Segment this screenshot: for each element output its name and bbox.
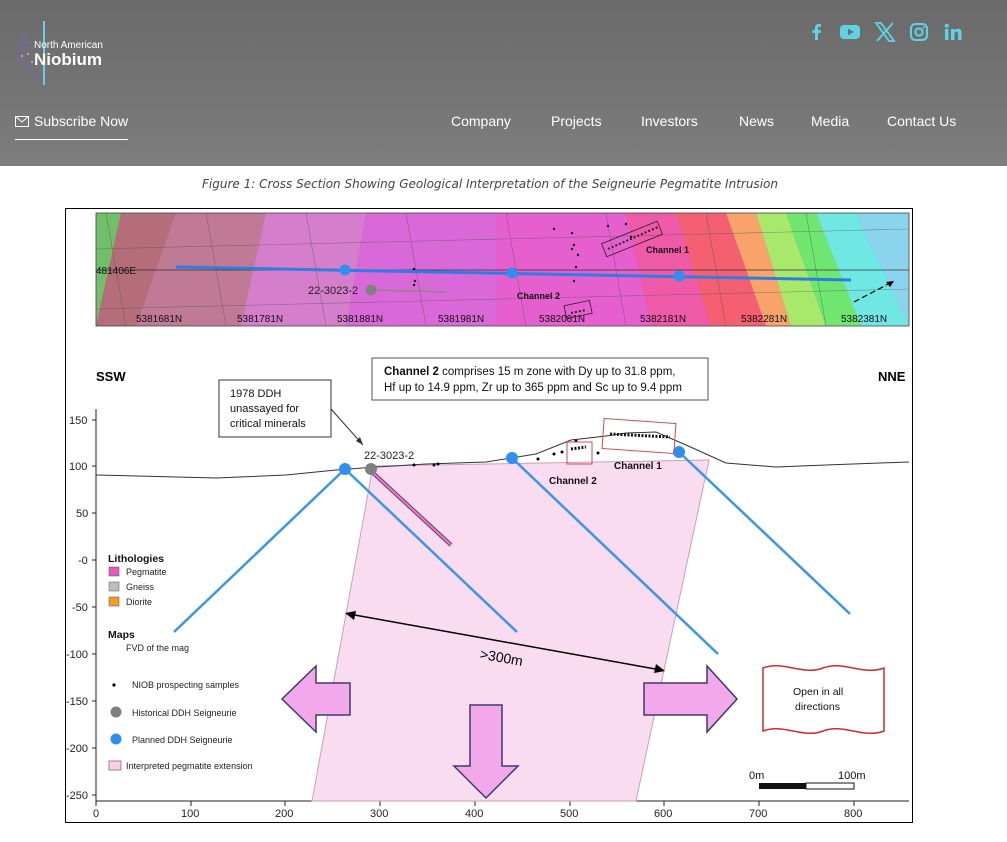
legend: Lithologies Pegmatite Gneiss Diorite Map…: [108, 553, 253, 771]
legend-symbol-label: Planned DDH Seigneurie: [132, 735, 233, 745]
x-tick-label: 0: [93, 808, 99, 820]
northing-label: 5382081N: [539, 314, 585, 325]
legend-lithology-label: Diorite: [126, 597, 152, 607]
northing-label: 5382281N: [741, 314, 787, 325]
nav-company[interactable]: Company: [451, 113, 511, 129]
map-channel1-label: Channel 1: [646, 245, 689, 255]
callout-channel2-bold: Channel 2: [384, 366, 439, 378]
map-channel2-label: Channel 2: [517, 291, 560, 301]
cross-section-figure: 481406E 22-3023-2 Channel 1 Channel 2 53…: [65, 208, 913, 823]
x-tick-label: 200: [275, 808, 293, 820]
logo-big-text: Niobium: [34, 50, 102, 69]
svg-text:Channel 2 comprises 15 m zone: Channel 2 comprises 15 m zone with Dy up…: [384, 366, 675, 378]
x-tick-label: 800: [844, 808, 862, 820]
mail-icon: [15, 115, 29, 127]
legend-symbol-label: Historical DDH Seigneurie: [132, 708, 237, 718]
x-tick-label: 700: [749, 808, 767, 820]
open-directions-line: Open in all: [793, 686, 843, 698]
northing-label: 5381781N: [237, 314, 283, 325]
legend-lithology-label: Gneiss: [126, 582, 155, 592]
gneiss-swatch: [108, 581, 120, 592]
planned-hole-marker: [339, 463, 351, 475]
instagram-icon[interactable]: [907, 20, 931, 44]
planned-ddh-icon: [110, 733, 122, 745]
northing-label: 5381981N: [438, 314, 484, 325]
x-tick-label: 300: [370, 808, 388, 820]
nav-contact-us[interactable]: Contact Us: [887, 113, 956, 129]
y-axis: 150 100 50 -0 -50 -100 -150 -200 -250: [66, 409, 97, 802]
map-hole-label: 22-3023-2: [308, 285, 358, 297]
open-directions-banner: [762, 664, 885, 735]
x-tick-label: 600: [654, 808, 672, 820]
ddh-callout: 1978 DDH unassayed for critical minerals: [218, 379, 364, 446]
x-icon[interactable]: [873, 20, 897, 44]
planned-hole-marker: [673, 446, 685, 458]
planned-hole-marker: [506, 452, 518, 464]
section-channel1-label: Channel 1: [614, 461, 662, 472]
historical-hole-marker: [365, 463, 377, 475]
diorite-swatch: [108, 596, 120, 607]
x-axis: 0 100 200 300 400 500 600 700 800: [93, 800, 909, 820]
callout-channel2-line1: comprises 15 m zone with Dy up to 31.8 p…: [439, 366, 676, 378]
historical-ddh-icon: [110, 706, 122, 718]
y-tick-label: 150: [69, 415, 87, 427]
pegmatite-extension: [311, 459, 710, 802]
maps-title: Maps: [108, 629, 135, 641]
ddh-callout-line: critical minerals: [230, 418, 306, 430]
logo[interactable]: North American Niobium: [16, 18, 136, 88]
legend-symbol-label: Interpreted pegmatite extension: [126, 761, 253, 771]
y-tick-label: -250: [66, 790, 88, 802]
maps-subtitle: FVD of the mag: [126, 643, 189, 653]
section-hole-label: 22-3023-2: [364, 450, 414, 462]
figure-caption: Figure 1: Cross Section Showing Geologic…: [202, 177, 778, 191]
sample-dot-icon: [112, 683, 116, 687]
y-tick-label: -100: [66, 649, 88, 661]
scale-start-label: 0m: [749, 770, 764, 782]
nav-news[interactable]: News: [739, 113, 774, 129]
facebook-icon[interactable]: [805, 20, 829, 44]
subscribe-button[interactable]: Subscribe Now: [15, 113, 129, 140]
channel2-box: [566, 441, 593, 465]
ddh-callout-line: 1978 DDH: [230, 388, 281, 400]
channel2-callout: Channel 2 comprises 15 m zone with Dy up…: [371, 357, 709, 401]
magnetic-map: [96, 213, 909, 326]
x-tick-label: 500: [560, 808, 578, 820]
legend-symbol-label: NIOB prospecting samples: [132, 680, 240, 690]
y-tick-label: 50: [76, 508, 88, 520]
scale-bar: 0m 100m: [749, 770, 866, 790]
northing-label: 5382181N: [640, 314, 686, 325]
linkedin-icon[interactable]: [941, 20, 965, 44]
open-directions-line: directions: [795, 701, 840, 713]
ddh-callout-line: unassayed for: [230, 403, 299, 415]
lithologies-title: Lithologies: [108, 553, 164, 565]
section-channel2-label: Channel 2: [549, 476, 597, 487]
northing-label: 5381881N: [337, 314, 383, 325]
figure-svg: 481406E 22-3023-2 Channel 1 Channel 2 53…: [66, 212, 910, 820]
y-tick-label: -50: [72, 602, 88, 614]
pegmatite-swatch: [108, 566, 120, 577]
x-tick-label: 100: [181, 808, 199, 820]
scale-end-label: 100m: [838, 770, 866, 782]
nne-label: NNE: [878, 369, 906, 384]
map-easting-label: 481406E: [96, 266, 136, 277]
site-header: North American Niobium Subscribe Now Com…: [0, 0, 1007, 166]
y-tick-label: -150: [66, 696, 88, 708]
subscribe-label: Subscribe Now: [34, 113, 129, 129]
y-tick-label: -0: [78, 555, 88, 567]
pegmatite-extension-swatch: [108, 760, 122, 771]
youtube-icon[interactable]: [838, 20, 862, 44]
legend-lithology-label: Pegmatite: [126, 567, 167, 577]
x-tick-label: 400: [465, 808, 483, 820]
nav-media[interactable]: Media: [811, 113, 849, 129]
nav-investors[interactable]: Investors: [641, 113, 698, 129]
ssw-label: SSW: [96, 369, 126, 384]
nav-projects[interactable]: Projects: [551, 113, 602, 129]
northing-label: 5381681N: [136, 314, 182, 325]
callout-channel2-line2: Hf up to 14.9 ppm, Zr up to 365 ppm and …: [384, 382, 682, 394]
y-tick-label: 100: [69, 461, 87, 473]
y-tick-label: -200: [66, 743, 88, 755]
northing-label: 5382381N: [841, 314, 887, 325]
